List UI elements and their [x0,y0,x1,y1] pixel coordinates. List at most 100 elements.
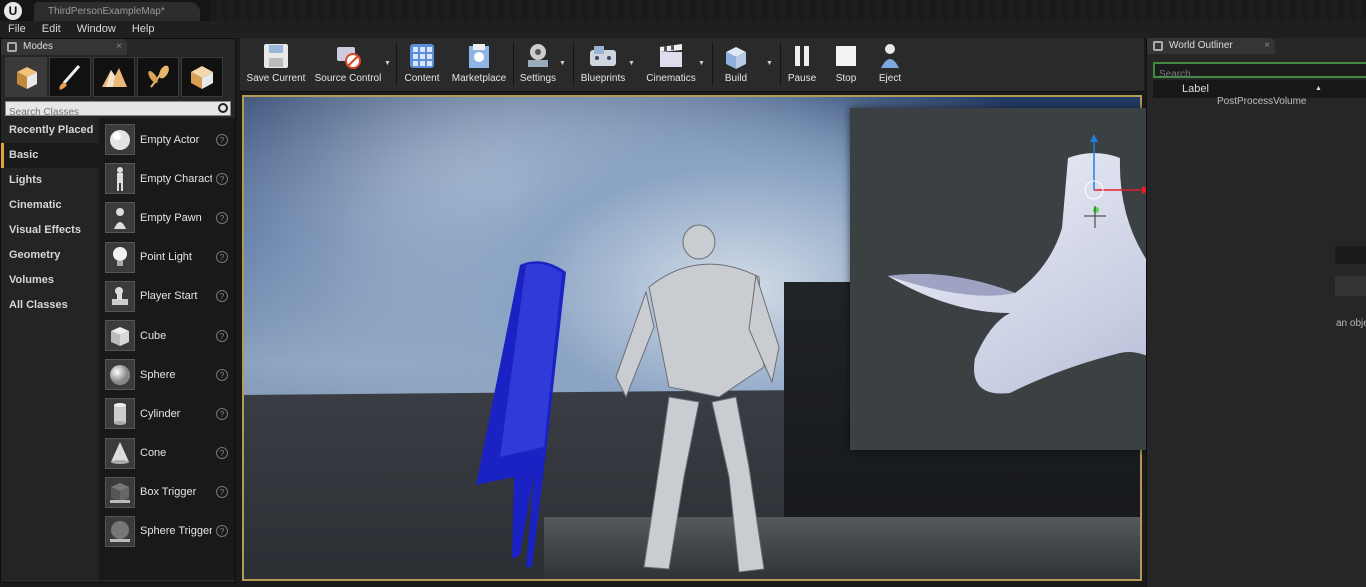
menu-window[interactable]: Window [69,21,124,38]
toolbar-separator [780,42,781,86]
class-point-light[interactable]: Point Light ? [99,238,235,277]
class-label: Player Start [140,290,198,303]
close-icon[interactable]: × [116,39,122,55]
document-tab[interactable]: ThirdPersonExampleMap* [34,2,200,21]
outliner-separator [1335,246,1366,264]
class-empty-character[interactable]: Empty Charact ? [99,159,235,198]
toolbar-separator [712,42,713,86]
menu-help[interactable]: Help [124,21,163,38]
class-sphere-trigger[interactable]: Sphere Trigger ? [99,512,235,551]
marketplace-icon [464,41,494,71]
source-control-dropdown-icon[interactable]: ▼ [384,60,391,67]
modes-tab[interactable]: Modes × [1,39,127,55]
pause-button[interactable]: Pause [784,38,820,90]
blueprints-dropdown-icon[interactable]: ▼ [628,60,635,67]
build-button[interactable]: Build [718,38,754,90]
details-hint-text: an obje [1336,318,1366,329]
outliner-search-input[interactable] [1155,68,1366,81]
class-cylinder[interactable]: Cylinder ? [99,394,235,433]
class-empty-pawn[interactable]: Empty Pawn ? [99,198,235,237]
help-icon[interactable]: ? [216,329,228,342]
help-icon[interactable]: ? [216,486,228,499]
menu-file[interactable]: File [0,21,34,38]
class-cone[interactable]: Cone ? [99,434,235,473]
cinematics-icon [656,41,686,71]
paint-mode-icon[interactable] [49,57,91,97]
help-icon[interactable]: ? [216,368,228,381]
category-recently-placed[interactable]: Recently Placed [1,118,99,143]
toolbar-separator [573,42,574,86]
point-light-icon [105,241,135,273]
category-lights[interactable]: Lights [1,168,99,193]
category-basic[interactable]: Basic [1,143,99,168]
help-icon[interactable]: ? [216,447,228,460]
settings-dropdown-icon[interactable]: ▼ [559,60,566,67]
modes-body: Recently Placed Basic Lights Cinematic V… [1,118,235,580]
menu-bar: File Edit Window Help [0,21,1366,38]
close-icon[interactable]: × [1264,38,1270,54]
save-current-label: Save Current [246,73,306,84]
empty-actor-icon [105,124,135,156]
empty-character-icon [105,163,135,195]
player-start-icon [105,280,135,312]
title-bar-drag-area[interactable] [210,0,1366,21]
category-visual-effects[interactable]: Visual Effects [1,218,99,243]
marketplace-button[interactable]: Marketplace [448,38,510,90]
eject-button[interactable]: Eject [872,38,908,90]
build-dropdown-icon[interactable]: ▼ [766,60,773,67]
category-geometry[interactable]: Geometry [1,243,99,268]
category-volumes[interactable]: Volumes [1,268,99,293]
sort-ascending-icon[interactable]: ▲ [1315,80,1322,98]
world-outliner-tab[interactable]: World Outliner × [1147,38,1275,54]
world-outliner-tab-label: World Outliner [1169,40,1233,51]
help-icon[interactable]: ? [216,211,228,224]
cube-icon [105,320,135,352]
stop-label: Stop [835,73,857,84]
cinematics-button[interactable]: Cinematics [643,38,699,90]
place-mode-icon[interactable] [5,57,47,97]
blueprints-button[interactable]: Blueprints [576,38,630,90]
mode-selector [1,55,235,99]
content-label: Content [404,73,440,84]
eject-icon [875,41,905,71]
class-sphere[interactable]: Sphere ? [99,355,235,394]
content-button[interactable]: Content [400,38,444,90]
save-current-button[interactable]: Save Current [244,38,308,90]
content-icon [407,41,437,71]
class-cube[interactable]: Cube ? [99,316,235,355]
class-player-start[interactable]: Player Start ? [99,277,235,316]
geometry-mode-icon[interactable] [181,57,223,97]
cinematics-dropdown-icon[interactable]: ▼ [698,60,705,67]
eject-label: Eject [878,73,902,84]
settings-button[interactable]: Settings [516,38,560,90]
blueprints-icon [588,41,618,71]
search-icon[interactable] [218,103,228,113]
sphere-icon [105,359,135,391]
details-header [1335,276,1366,296]
search-classes-input[interactable] [6,106,230,119]
help-icon[interactable]: ? [216,290,228,303]
help-icon[interactable]: ? [216,251,228,264]
blueprints-label: Blueprints [580,73,626,84]
category-all-classes[interactable]: All Classes [1,293,99,318]
stop-button[interactable]: Stop [828,38,864,90]
class-label: Sphere Trigger [140,525,212,538]
landscape-mode-icon[interactable] [93,57,135,97]
help-icon[interactable]: ? [216,525,228,538]
class-box-trigger[interactable]: Box Trigger ? [99,473,235,512]
category-cinematic[interactable]: Cinematic [1,193,99,218]
toolbar-separator [513,42,514,86]
outliner-row-post-process-volume[interactable]: PostProcessVolume [1217,96,1307,107]
menu-edit[interactable]: Edit [34,21,69,38]
category-list: Recently Placed Basic Lights Cinematic V… [1,118,99,580]
source-control-button[interactable]: Source Control [312,38,384,90]
foliage-mode-icon[interactable] [137,57,179,97]
marketplace-label: Marketplace [451,73,507,84]
class-empty-actor[interactable]: Empty Actor ? [99,120,235,159]
pause-icon [787,41,817,71]
help-icon[interactable]: ? [216,133,228,146]
help-icon[interactable]: ? [216,407,228,420]
world-outliner-panel: World Outliner × Label ▲ PostProcessVolu… [1146,38,1366,587]
class-list: Empty Actor ? Empty Charact ? Empty Pawn… [99,118,235,580]
help-icon[interactable]: ? [216,172,228,185]
